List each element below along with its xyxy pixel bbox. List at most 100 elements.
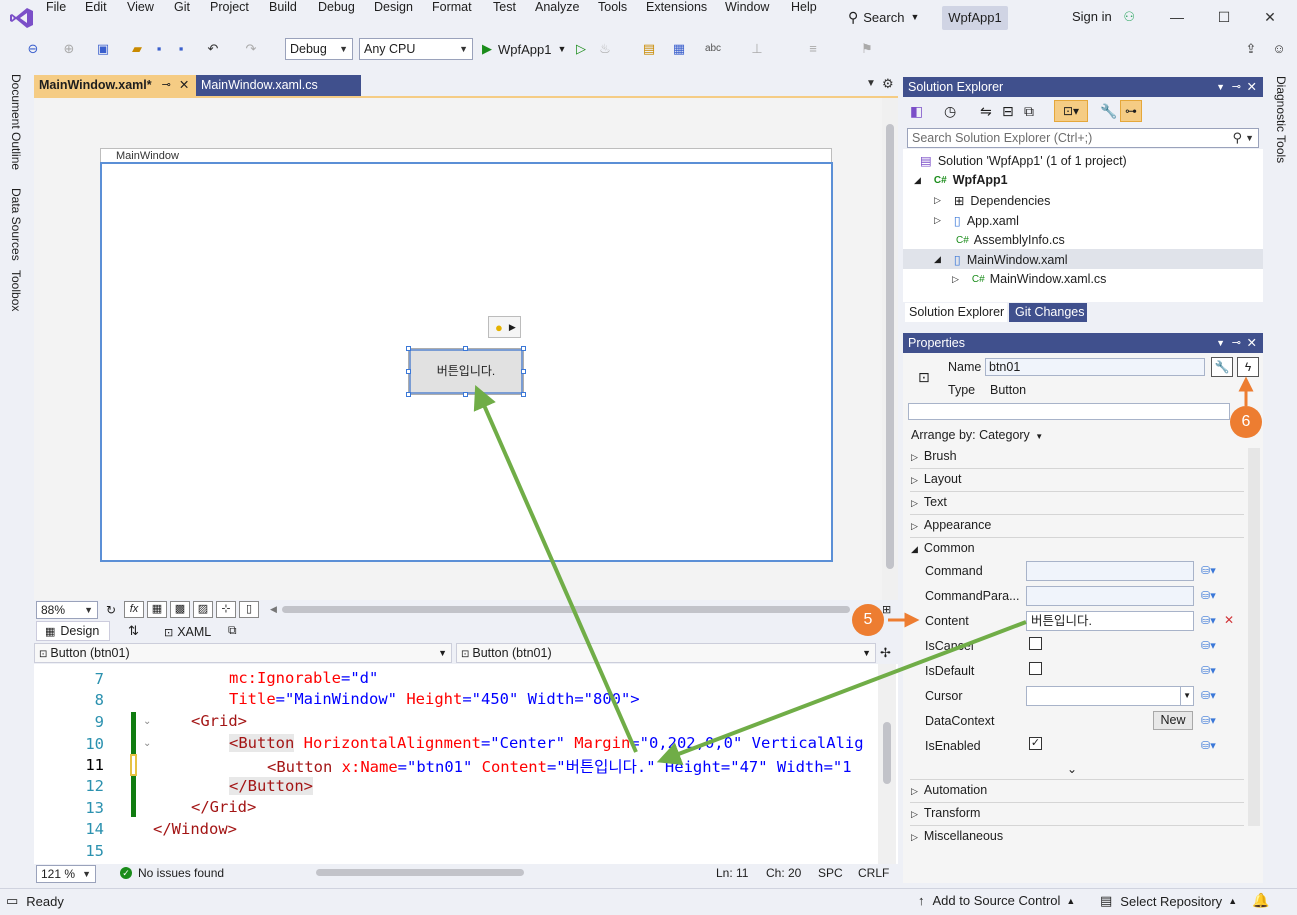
designer-vertical-scrollbar[interactable]	[882, 98, 898, 600]
menu-window[interactable]: Window	[725, 0, 769, 14]
tree-item-project[interactable]: ◢ C# WpfApp1	[914, 173, 1008, 187]
tab-solution-explorer[interactable]: Solution Explorer	[905, 303, 1007, 322]
close-window-button[interactable]: ✕	[1259, 6, 1281, 28]
properties-search-input[interactable]	[908, 403, 1230, 420]
data-sources-tab[interactable]: Data Sources	[9, 188, 23, 261]
properties-scrollbar[interactable]	[1248, 448, 1260, 826]
live-share-icon[interactable]: ⚇	[1123, 9, 1135, 24]
tree-item-mainwindow-xaml-cs[interactable]: ▷ C# MainWindow.xaml.cs	[952, 272, 1106, 286]
resize-handle[interactable]	[406, 392, 411, 397]
category-automation[interactable]: ▷ Automation	[911, 783, 987, 797]
device-preview-icon[interactable]: ▯	[239, 601, 259, 618]
tab-mainwindow-xaml[interactable]: MainWindow.xaml* ⊸ ✕	[34, 75, 196, 96]
split-vertical-icon[interactable]: ⊞	[882, 603, 891, 616]
category-appearance[interactable]: ▷ Appearance	[911, 518, 991, 532]
category-miscellaneous[interactable]: ▷ Miscellaneous	[911, 829, 1003, 843]
save-icon[interactable]: ▪	[150, 40, 168, 58]
notifications-bell-icon[interactable]: 🔔	[1252, 892, 1269, 909]
collapse-icon[interactable]: ⌄	[143, 716, 151, 727]
chevron-down-icon[interactable]: ▼	[1216, 333, 1225, 353]
tab-design[interactable]: ▦ Design	[36, 621, 110, 641]
resize-handle[interactable]	[521, 392, 526, 397]
menu-project[interactable]: Project	[210, 0, 249, 14]
new-project-icon[interactable]: ▣	[94, 40, 112, 58]
database-icon[interactable]: ⛁▾	[1201, 639, 1219, 655]
prop-isdefault-checkbox[interactable]	[1029, 662, 1042, 675]
database-icon[interactable]: ⛁▾	[1201, 739, 1219, 755]
menu-edit[interactable]: Edit	[85, 0, 107, 14]
menu-file[interactable]: File	[46, 0, 66, 14]
category-layout[interactable]: ▷ Layout	[911, 472, 961, 486]
grid-icon[interactable]: ▦	[147, 601, 167, 618]
undo-icon[interactable]: ↶	[204, 40, 222, 58]
refresh-icon[interactable]: ↻	[106, 603, 116, 617]
collapse-all-icon[interactable]: ⊟	[1002, 103, 1014, 120]
prop-command-input[interactable]	[1026, 561, 1194, 581]
toolbox-tab[interactable]: Toolbox	[9, 270, 23, 311]
snap-lines-icon[interactable]: ⊹	[216, 601, 236, 618]
menu-debug[interactable]: Debug	[318, 0, 355, 14]
properties-wrench-icon[interactable]: 🔧	[1100, 103, 1117, 120]
maximize-button[interactable]: ☐	[1213, 6, 1235, 28]
category-brush[interactable]: ▷ Brush	[911, 449, 957, 463]
switch-views-icon[interactable]: ◧	[910, 103, 923, 120]
swap-panes-icon[interactable]: ⇅	[128, 623, 139, 639]
solution-explorer-search-input[interactable]: Search Solution Explorer (Ctrl+;) ⚲ ▼	[907, 128, 1259, 148]
search-icon[interactable]: ⚲	[1232, 129, 1242, 147]
popout-icon[interactable]: ⧉	[228, 623, 237, 638]
type-navigation-dropdown[interactable]: ⊡ Button (btn01) ▼	[34, 643, 452, 663]
scrollbar-thumb[interactable]	[886, 124, 894, 569]
database-icon[interactable]: ⛁▾	[1201, 589, 1219, 605]
resize-handle[interactable]	[463, 346, 468, 351]
resize-handle[interactable]	[521, 369, 526, 374]
member-navigation-dropdown[interactable]: ⊡ Button (btn01) ▼	[456, 643, 876, 663]
pin-icon[interactable]: ⊸	[1232, 77, 1241, 97]
start-debugging-button[interactable]: ▶ WpfApp1 ▼	[482, 39, 566, 59]
show-all-files-icon[interactable]: ⧉	[1024, 103, 1034, 120]
menu-help[interactable]: Help	[791, 0, 817, 14]
prop-isenabled-checkbox[interactable]: ✓	[1029, 737, 1042, 750]
document-outline-tab[interactable]: Document Outline	[9, 74, 23, 170]
navigate-forward-icon[interactable]: ⊕	[60, 40, 78, 58]
add-to-source-control-button[interactable]: ↑ Add to Source Control ▲	[918, 893, 1075, 908]
designer-horizontal-scrollbar[interactable]	[282, 606, 850, 613]
line-ending-indicator[interactable]: CRLF	[858, 866, 889, 880]
prop-iscancel-checkbox[interactable]	[1029, 637, 1042, 650]
preview-icon[interactable]: ⊶	[1120, 100, 1142, 122]
category-common[interactable]: ◢ Common	[911, 541, 975, 555]
layout-icon[interactable]: ▦	[670, 40, 688, 58]
collapse-icon[interactable]: ⌄	[143, 738, 151, 749]
chevron-down-icon[interactable]: ▼	[1245, 129, 1254, 147]
close-icon[interactable]: ✕	[1247, 333, 1257, 353]
clear-value-icon[interactable]: ✕	[1224, 613, 1234, 627]
tab-mainwindow-xaml-cs[interactable]: MainWindow.xaml.cs	[196, 75, 361, 96]
prop-content-input[interactable]: 버튼입니다.	[1026, 611, 1194, 631]
align-icon[interactable]: ⊥	[748, 40, 766, 58]
sync-icon[interactable]: ⇋	[980, 103, 992, 120]
platform-select[interactable]: Any CPU ▼	[359, 38, 473, 60]
tab-list-dropdown-icon[interactable]: ▼	[866, 78, 876, 89]
resize-handle[interactable]	[406, 346, 411, 351]
category-transform[interactable]: ▷ Transform	[911, 806, 980, 820]
scroll-left-icon[interactable]: ◀	[270, 604, 277, 615]
menu-design[interactable]: Design	[374, 0, 413, 14]
artboard-background-icon[interactable]: ▨	[193, 601, 213, 618]
prop-commandparameter-input[interactable]	[1026, 586, 1194, 606]
resize-handle[interactable]	[521, 346, 526, 351]
gear-icon[interactable]: ⚙	[882, 76, 894, 92]
designer-button-btn01[interactable]: 버튼입니다.	[408, 348, 524, 395]
database-icon[interactable]: ⛁▾	[1201, 664, 1219, 680]
spell-check-icon[interactable]: abc	[704, 40, 722, 58]
resize-handle[interactable]	[406, 369, 411, 374]
event-handlers-lightning-icon[interactable]: ϟ	[1237, 357, 1259, 377]
menu-git[interactable]: Git	[174, 0, 190, 14]
resize-handle[interactable]	[463, 392, 468, 397]
menu-view[interactable]: View	[127, 0, 154, 14]
menu-extensions[interactable]: Extensions	[646, 0, 707, 14]
scrollbar-thumb[interactable]	[883, 722, 891, 784]
hot-reload-icon[interactable]: ♨	[596, 40, 614, 58]
chevron-down-icon[interactable]: ▼	[1216, 77, 1225, 97]
menu-analyze[interactable]: Analyze	[535, 0, 579, 14]
quick-actions-button[interactable]: ● ▶	[488, 316, 521, 338]
database-icon[interactable]: ⛁▾	[1201, 689, 1219, 705]
